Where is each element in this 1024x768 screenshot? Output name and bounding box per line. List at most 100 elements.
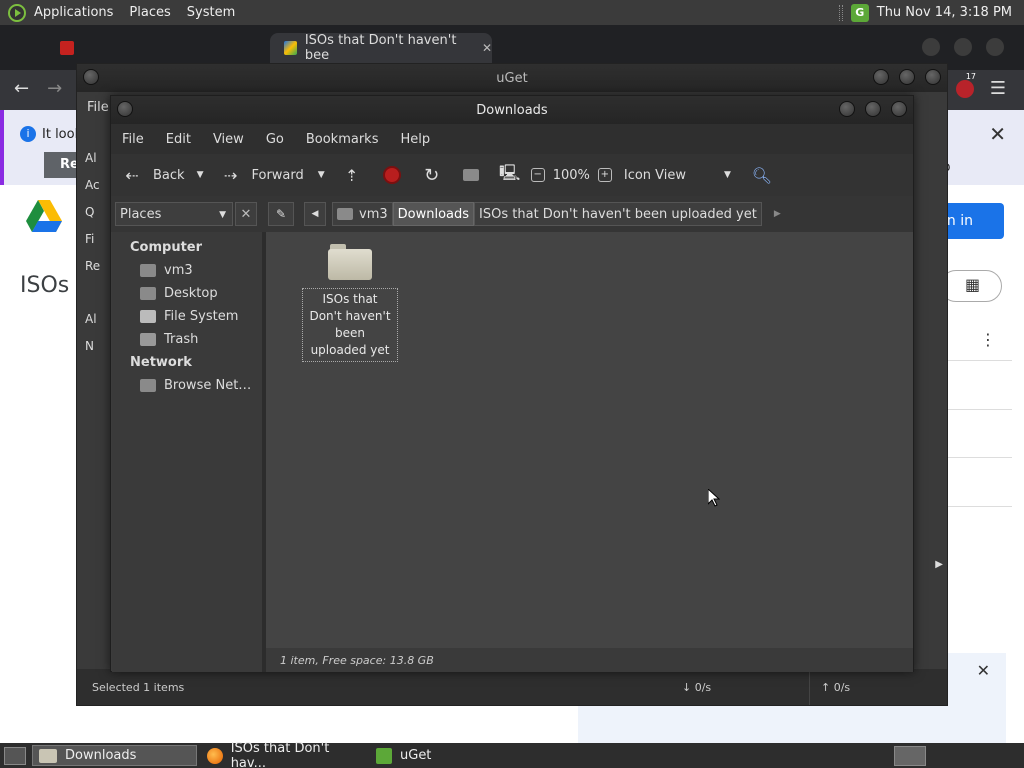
sidebar-item-label: vm3 (164, 263, 193, 278)
status-divider (809, 669, 810, 705)
download-rate[interactable]: ↓ 0/s (682, 681, 711, 694)
taskbar-label: ISOs that Don't hav... (230, 740, 330, 768)
menu-help[interactable]: Help (400, 132, 430, 147)
more-options-icon[interactable]: ⋮ (980, 330, 996, 349)
folder-icon (328, 244, 372, 280)
ublock-extension-icon[interactable] (956, 80, 974, 98)
reload-icon[interactable]: ↻ (421, 165, 443, 186)
search-icon[interactable]: 🔍︎ (751, 166, 773, 185)
up-arrow-icon[interactable]: ⇡ (341, 166, 363, 185)
divider (948, 506, 1012, 507)
taskbar-item-uget[interactable]: uGet (370, 745, 535, 766)
file-view[interactable]: ISOs that Don't haven't been uploaded ye… (266, 232, 913, 648)
minimize-button[interactable] (873, 69, 889, 85)
edit-location-icon[interactable]: ✎ (268, 202, 294, 226)
uget-titlebar[interactable]: uGet (77, 64, 947, 92)
tab-close-icon[interactable]: ✕ (482, 41, 492, 55)
workspace-switcher[interactable] (894, 745, 926, 766)
clock[interactable]: Thu Nov 14, 3:18 PM (877, 5, 1012, 20)
forward-history-dropdown[interactable]: ▼ (318, 170, 325, 180)
sidebar-item-file-system[interactable]: File System (112, 305, 262, 328)
menu-file[interactable]: File (122, 132, 144, 147)
grid-view-button[interactable] (940, 270, 1002, 302)
menu-system[interactable]: System (187, 5, 235, 20)
breadcrumb-downloads[interactable]: Downloads (392, 202, 475, 226)
upload-rate[interactable]: ↑ 0/s (821, 681, 850, 694)
menu-icon[interactable]: ☰ (990, 78, 1006, 99)
home-icon[interactable] (462, 169, 479, 181)
close-banner-icon[interactable]: ✕ (989, 122, 1006, 146)
file-manager-window: Downloads File Edit View Go Bookmarks He… (110, 95, 914, 672)
close-button[interactable] (891, 101, 907, 117)
forward-button[interactable]: ⇢ Forward (219, 166, 304, 185)
folder-name: ISOs that Don't haven't been uploaded ye… (302, 288, 398, 362)
breadcrumb-label: vm3 (359, 206, 388, 222)
taskbar-item-downloads[interactable]: Downloads (32, 745, 197, 766)
zoom-out-icon[interactable]: − (530, 168, 545, 182)
maximize-button[interactable] (865, 101, 881, 117)
minimize-button[interactable] (839, 101, 855, 117)
taskbar-label: Downloads (65, 748, 137, 763)
folder-item[interactable]: ISOs that Don't haven't been uploaded ye… (302, 244, 398, 362)
category-item[interactable]: Al (79, 305, 113, 332)
browser-nav: ← → (14, 78, 62, 99)
stop-icon[interactable] (382, 166, 401, 184)
close-button[interactable] (925, 69, 941, 85)
menu-places[interactable]: Places (129, 5, 170, 20)
maximize-button[interactable] (954, 38, 972, 56)
close-button[interactable] (986, 38, 1004, 56)
side-pane-selector[interactable]: Places ▼ (115, 202, 233, 226)
computer-icon[interactable]: 🖳 (499, 162, 521, 189)
menu-edit[interactable]: Edit (166, 132, 191, 147)
breadcrumb-back-icon[interactable]: ◀ (304, 202, 326, 226)
breadcrumb-isos-folder[interactable]: ISOs that Don't haven't been uploaded ye… (474, 202, 762, 226)
forward-arrow-icon[interactable]: → (47, 78, 62, 99)
close-side-pane-icon[interactable]: ✕ (235, 202, 257, 226)
window-menu-icon[interactable] (83, 69, 99, 85)
sidebar-item-label: File System (164, 309, 239, 324)
places-sidebar: Computer vm3 Desktop File System Trash N… (112, 232, 262, 672)
sidebar-item-desktop[interactable]: Desktop (112, 282, 262, 305)
category-item[interactable]: N (79, 332, 113, 359)
taskbar-item-firefox[interactable]: ISOs that Don't hav... (201, 741, 366, 768)
sidebar-item-trash[interactable]: Trash (112, 328, 262, 351)
browser-tab-gmail[interactable] (50, 33, 250, 63)
uget-tray-icon[interactable]: G (850, 3, 869, 22)
category-item[interactable]: Ac (79, 171, 113, 198)
file-manager-titlebar[interactable]: Downloads (111, 96, 913, 124)
sidebar-item-vm3[interactable]: vm3 (112, 259, 262, 282)
maximize-button[interactable] (899, 69, 915, 85)
view-mode-select[interactable]: Icon View (624, 168, 686, 183)
menu-view[interactable]: View (213, 132, 244, 147)
mate-logo-icon[interactable] (8, 3, 26, 22)
show-desktop-icon[interactable] (4, 746, 26, 765)
back-arrow-icon[interactable]: ← (14, 78, 29, 99)
close-toast-icon[interactable]: ✕ (977, 661, 990, 680)
scroll-right-icon[interactable]: ▶ (935, 559, 943, 570)
category-item[interactable]: Fi (79, 225, 113, 252)
back-history-dropdown[interactable]: ▼ (197, 170, 204, 180)
window-menu-icon[interactable] (117, 101, 133, 117)
taskbar-label: uGet (400, 748, 432, 763)
zoom-in-icon[interactable]: + (597, 168, 612, 182)
back-arrow-icon: ⇠ (125, 165, 139, 185)
browser-tab-drive[interactable]: ISOs that Don't haven't bee ✕ (270, 33, 492, 63)
extension-badge: 17 (965, 72, 976, 81)
breadcrumb-forward-icon[interactable]: ▶ (774, 209, 781, 219)
category-item[interactable]: Re (79, 252, 113, 279)
menu-applications[interactable]: Applications (34, 5, 113, 20)
sidebar-item-browse-network[interactable]: Browse Net… (112, 374, 262, 397)
menu-bookmarks[interactable]: Bookmarks (306, 132, 379, 147)
back-button[interactable]: ⇠ Back (121, 165, 184, 185)
menubar: File Edit View Go Bookmarks Help (111, 124, 913, 154)
window-title: Downloads (476, 102, 548, 118)
menu-go[interactable]: Go (266, 132, 284, 147)
zoom-level: 100% (552, 167, 590, 183)
category-item[interactable]: Al (79, 144, 113, 171)
uget-menu-file[interactable]: File (87, 100, 109, 115)
chevron-down-icon: ▼ (219, 210, 226, 220)
view-mode-dropdown[interactable]: ▼ (724, 170, 731, 180)
breadcrumb-vm3[interactable]: vm3 (332, 202, 393, 226)
minimize-button[interactable] (922, 38, 940, 56)
category-item[interactable]: Q (79, 198, 113, 225)
